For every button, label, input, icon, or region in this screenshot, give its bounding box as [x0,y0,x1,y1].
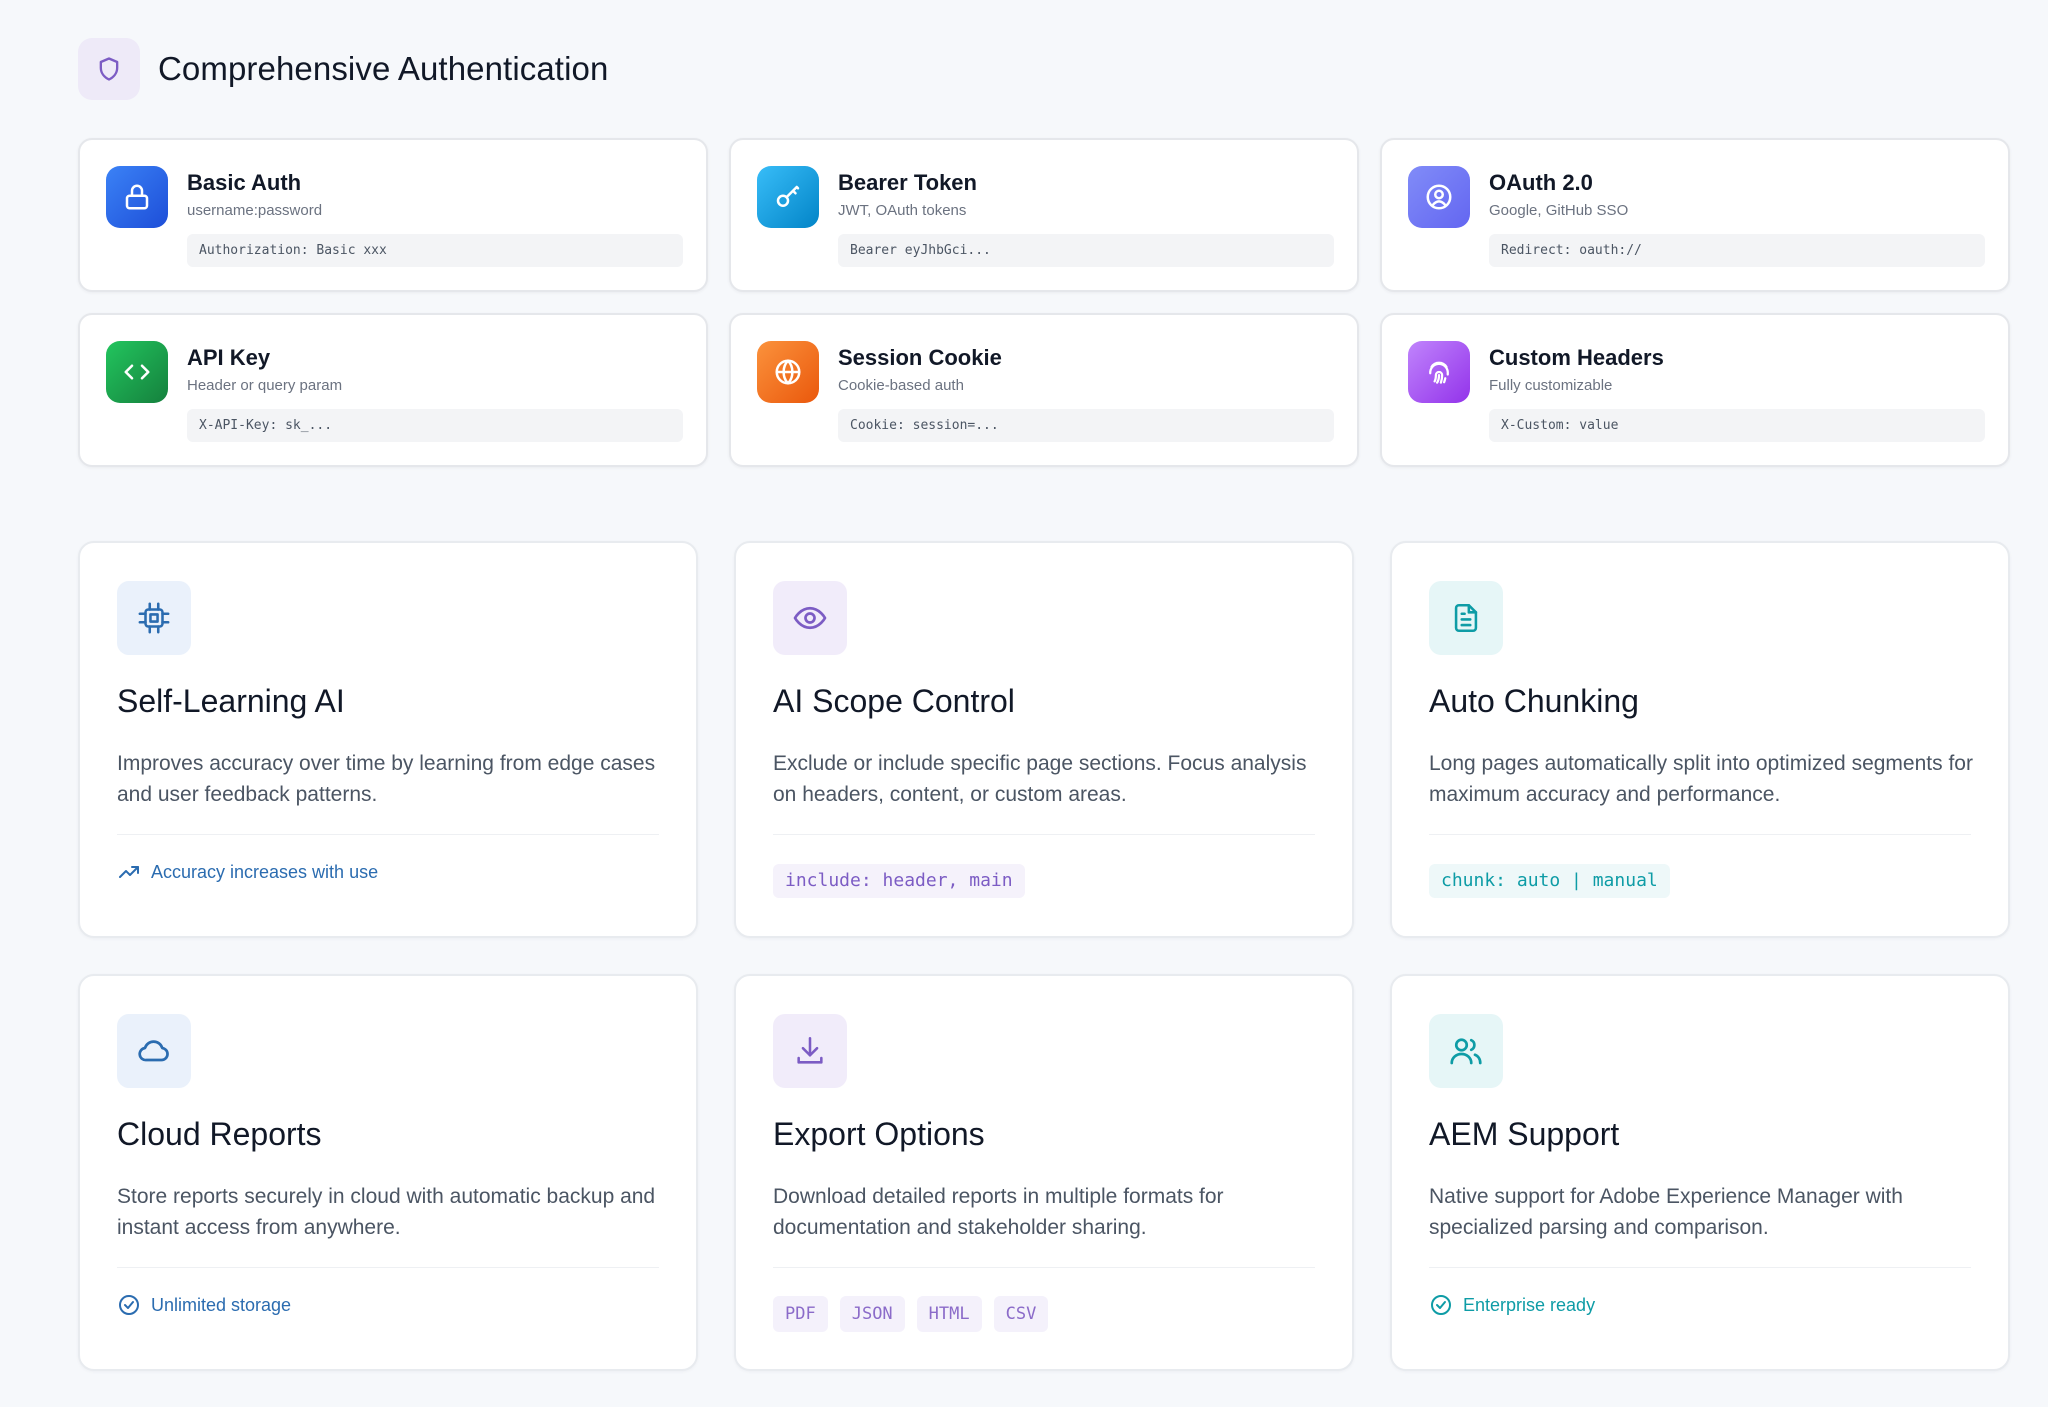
feature-card-cloud-reports[interactable]: Cloud Reports Store reports securely in … [78,974,698,1371]
format-chip-html[interactable]: HTML [916,1296,982,1332]
feature-title: AEM Support [1429,1116,1620,1152]
user-circle-icon [1408,166,1470,228]
feature-title: Auto Chunking [1429,683,1639,719]
check-circle-icon [117,1293,141,1317]
auth-code-sample: Bearer eyJhbGci... [838,234,1334,267]
auth-name: Session Cookie [838,345,1002,370]
feature-description: Download detailed reports in multiple fo… [773,1185,1224,1239]
auth-card-session-cookie[interactable]: Session Cookie Cookie-based auth Cookie:… [729,313,1359,467]
format-chip-json[interactable]: JSON [839,1296,905,1332]
download-icon [773,1014,847,1088]
feature-footer: Enterprise ready [1429,1293,1595,1317]
auth-code-sample: Authorization: Basic xxx [187,234,683,267]
divider [773,834,1315,835]
divider [1429,834,1971,835]
document-icon [1429,581,1503,655]
feature-card-auto-chunking[interactable]: Auto Chunking Long pages automatically s… [1390,541,2010,938]
auth-name: Custom Headers [1489,345,1664,370]
feature-description: Long pages automatically split into opti… [1429,752,1973,806]
feature-title: Cloud Reports [117,1116,322,1152]
auth-subtitle: username:password [187,202,323,219]
shield-icon [78,38,140,100]
feature-title: Self-Learning AI [117,683,345,719]
cpu-icon [117,581,191,655]
feature-card-self-learning-ai[interactable]: Self-Learning AI Improves accuracy over … [78,541,698,938]
auth-code-sample: Redirect: oauth:// [1489,234,1985,267]
feature-footer: Accuracy increases with use [117,860,378,884]
trending-up-icon [117,860,141,884]
globe-icon [757,341,819,403]
page-title: Comprehensive Authentication [158,50,609,87]
auth-subtitle: Cookie-based auth [838,377,964,394]
auth-subtitle: Fully customizable [1489,377,1613,394]
lock-icon [106,166,168,228]
auth-card-bearer[interactable]: Bearer Token JWT, OAuth tokens Bearer ey… [729,138,1359,292]
auth-card-custom-headers[interactable]: Custom Headers Fully customizable X-Cust… [1380,313,2010,467]
feature-card-export-options[interactable]: Export Options Download detailed reports… [734,974,1354,1371]
feature-description: Store reports securely in cloud with aut… [117,1185,656,1239]
features-grid: Self-Learning AI Improves accuracy over … [78,541,2010,1371]
divider [1429,1267,1971,1268]
feature-footer-text: Enterprise ready [1463,1294,1596,1315]
fingerprint-icon [1408,341,1470,403]
auth-methods-grid: Basic Auth username:password Authorizati… [78,138,2010,467]
auth-name: OAuth 2.0 [1489,170,1593,195]
auth-name: Basic Auth [187,170,302,195]
auth-code-sample: X-API-Key: sk_... [187,409,683,442]
divider [117,1267,659,1268]
feature-description: Exclude or include specific page section… [773,752,1307,806]
key-icon [757,166,819,228]
auth-name: API Key [187,345,271,370]
eye-icon [773,581,847,655]
check-circle-icon [1429,1293,1453,1317]
code-icon [106,341,168,403]
section-header: Comprehensive Authentication [78,38,608,100]
feature-title: AI Scope Control [773,683,1015,719]
format-chip-list: PDF JSON HTML CSV [773,1296,1049,1332]
users-icon [1429,1014,1503,1088]
auth-subtitle: Google, GitHub SSO [1489,202,1629,219]
divider [773,1267,1315,1268]
auth-subtitle: Header or query param [187,377,343,394]
cloud-icon [117,1014,191,1088]
auth-name: Bearer Token [838,170,977,195]
auth-card-basic[interactable]: Basic Auth username:password Authorizati… [78,138,708,292]
feature-description: Native support for Adobe Experience Mana… [1429,1185,1903,1239]
auth-card-api-key[interactable]: API Key Header or query param X-API-Key:… [78,313,708,467]
feature-footer-text: Accuracy increases with use [151,861,379,882]
page: Comprehensive Authentication Basic Auth … [0,0,2048,1407]
feature-footer-text: Unlimited storage [151,1294,292,1315]
feature-footer: Unlimited storage [117,1293,291,1317]
format-chip-pdf[interactable]: PDF [773,1296,828,1332]
code-snippet: chunk: auto | manual [1429,864,1670,898]
feature-title: Export Options [773,1116,985,1152]
divider [117,834,659,835]
auth-code-sample: X-Custom: value [1489,409,1985,442]
feature-card-aem-support[interactable]: AEM Support Native support for Adobe Exp… [1390,974,2010,1371]
auth-code-sample: Cookie: session=... [838,409,1334,442]
auth-card-oauth[interactable]: OAuth 2.0 Google, GitHub SSO Redirect: o… [1380,138,2010,292]
auth-subtitle: JWT, OAuth tokens [838,202,967,219]
code-snippet: include: header, main [773,864,1025,898]
format-chip-csv[interactable]: CSV [993,1296,1049,1332]
feature-description: Improves accuracy over time by learning … [117,752,656,806]
feature-card-ai-scope-control[interactable]: AI Scope Control Exclude or include spec… [734,541,1354,938]
